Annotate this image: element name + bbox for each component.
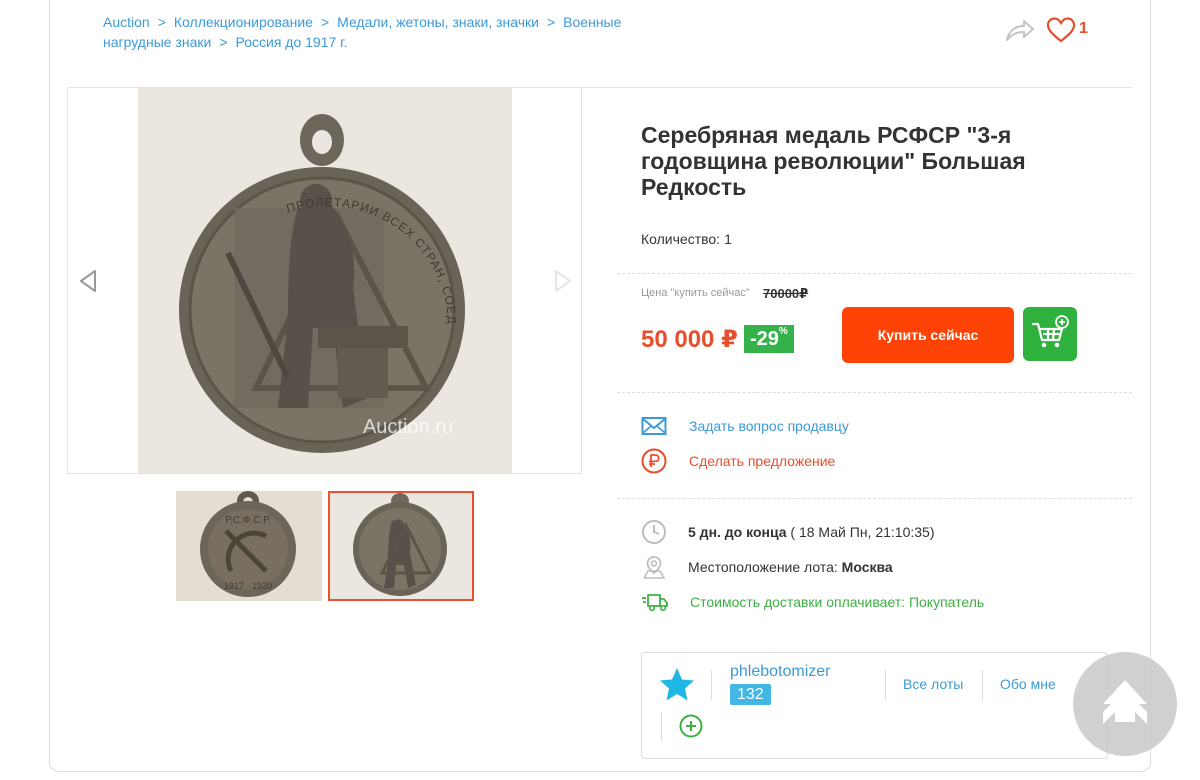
share-icon[interactable] bbox=[1004, 16, 1036, 44]
time-left-bold: 5 дн. до конца bbox=[688, 524, 787, 540]
old-price: 70000₽ bbox=[763, 286, 809, 301]
breadcrumb-auction[interactable]: Auction bbox=[103, 14, 150, 30]
thumb-inscription: Р.С.Ф.С.Р. bbox=[225, 515, 271, 526]
arrow-up-icon bbox=[1103, 680, 1147, 724]
divider bbox=[617, 498, 1132, 499]
quantity: Количество: 1 bbox=[641, 231, 732, 247]
discount-value: -29 bbox=[750, 328, 779, 350]
make-offer-link[interactable]: Сделать предложение bbox=[641, 448, 836, 474]
map-pin-icon bbox=[643, 556, 666, 579]
ask-seller-link[interactable]: Задать вопрос продавцу bbox=[641, 414, 849, 438]
divider bbox=[661, 712, 662, 742]
main-photo[interactable]: Auction.ru ПРОЛЕТАРИИ ВСЕХ СТРАН, СОЕДИН… bbox=[133, 76, 512, 473]
breadcrumb-separator: > bbox=[320, 14, 330, 30]
divider bbox=[617, 273, 1132, 274]
scroll-to-top-button[interactable] bbox=[1073, 652, 1177, 756]
thumbnail-2-selected[interactable] bbox=[328, 491, 474, 601]
breadcrumb-separator: > bbox=[219, 34, 228, 50]
quantity-label: Количество: bbox=[641, 231, 721, 247]
discount-unit: % bbox=[778, 326, 788, 337]
expand-icon[interactable] bbox=[520, 108, 562, 150]
ask-seller-label: Задать вопрос продавцу bbox=[689, 418, 849, 434]
seller-rating-badge: 132 bbox=[730, 684, 771, 705]
thumbnail-1[interactable]: Р.С.Ф.С.Р. 1917 · 1920 bbox=[176, 491, 322, 601]
price-caption: Цена "купить сейчас" bbox=[641, 287, 750, 299]
current-price: 50 000 ₽ bbox=[641, 326, 738, 353]
breadcrumb-medals[interactable]: Медали, жетоны, знаки, значки bbox=[337, 14, 539, 30]
star-icon[interactable] bbox=[658, 666, 696, 704]
lot-title: Серебряная медаль РСФСР "3-я годовщина р… bbox=[641, 122, 1026, 200]
envelope-icon bbox=[641, 417, 667, 435]
time-left: 5 дн. до конца ( 18 Май Пн, 21:10:35) bbox=[641, 519, 934, 545]
lot-location: Местоположение лота: Москва bbox=[641, 554, 893, 580]
buy-now-button[interactable]: Купить сейчас bbox=[842, 307, 1014, 363]
divider bbox=[711, 670, 712, 700]
favorites-count: 1 bbox=[1079, 20, 1088, 37]
shipping-text: Стоимость доставки оплачивает: Покупател… bbox=[690, 594, 985, 610]
breadcrumb-collecting[interactable]: Коллекционирование bbox=[174, 14, 313, 30]
cart-icon bbox=[1031, 315, 1069, 348]
breadcrumb-separator: > bbox=[157, 14, 166, 30]
divider bbox=[982, 670, 983, 700]
discount-badge: -29% bbox=[744, 325, 794, 353]
divider bbox=[617, 392, 1132, 393]
chevron-left-icon[interactable] bbox=[77, 268, 99, 294]
heart-icon[interactable] bbox=[1046, 16, 1076, 44]
all-lots-link[interactable]: Все лоты bbox=[903, 676, 963, 692]
thumb-years: 1917 · 1920 bbox=[224, 581, 272, 591]
end-datetime: ( 18 Май Пн, 21:10:35) bbox=[786, 524, 935, 540]
divider bbox=[885, 670, 886, 700]
plus-circle-icon[interactable] bbox=[679, 714, 703, 738]
breadcrumb-separator: > bbox=[546, 14, 556, 30]
truck-icon bbox=[642, 594, 668, 612]
seller-panel bbox=[641, 652, 1108, 759]
clock-icon bbox=[642, 520, 666, 544]
chevron-right-icon[interactable] bbox=[552, 268, 574, 294]
make-offer-label: Сделать предложение bbox=[689, 453, 836, 469]
breadcrumb: Auction > Коллекционирование > Медали, жетон… bbox=[103, 12, 663, 52]
ruble-circle-icon bbox=[641, 448, 667, 474]
breadcrumb-russia-pre-1917[interactable]: Россия до 1917 г. bbox=[236, 34, 348, 50]
quantity-value: 1 bbox=[724, 231, 732, 247]
location-label: Местоположение лота: bbox=[688, 559, 842, 575]
add-to-cart-button[interactable] bbox=[1023, 307, 1077, 361]
shipping-info: Стоимость доставки оплачивает: Покупател… bbox=[641, 589, 984, 615]
seller-name-link[interactable]: phlebotomizer bbox=[730, 663, 831, 681]
location-value: Москва bbox=[841, 559, 893, 575]
watermark-text: Auction.ru bbox=[363, 416, 453, 438]
about-seller-link[interactable]: Обо мне bbox=[1000, 676, 1056, 692]
